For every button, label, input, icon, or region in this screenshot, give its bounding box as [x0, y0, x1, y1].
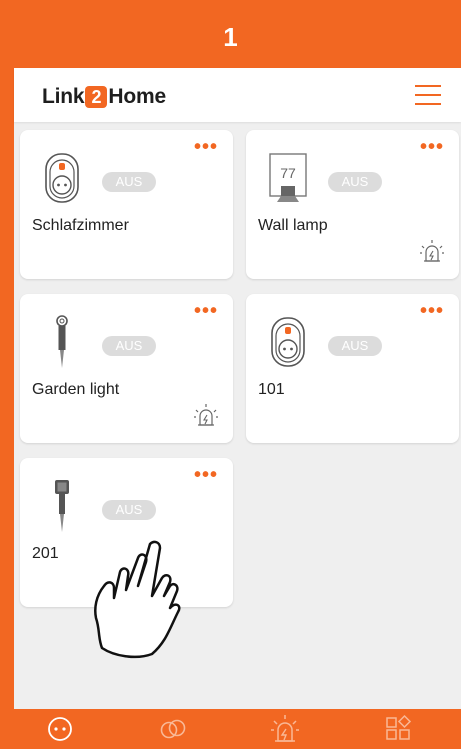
tab-bar: [14, 709, 461, 749]
device-card-101[interactable]: ••• AUS 101: [246, 294, 459, 443]
app-header: Link 2 Home: [14, 68, 461, 122]
menu-icon[interactable]: [415, 82, 441, 106]
devices-tab-icon[interactable]: [44, 713, 76, 745]
alarm-icon[interactable]: [419, 239, 445, 265]
device-name: Schlafzimmer: [32, 217, 129, 234]
state-toggle[interactable]: AUS: [102, 172, 156, 192]
state-toggle[interactable]: AUS: [328, 172, 382, 192]
tap-hand-icon: [94, 540, 181, 659]
more-options-icon[interactable]: •••: [194, 465, 218, 485]
device-name: Wall lamp: [258, 217, 328, 234]
state-toggle[interactable]: AUS: [102, 336, 156, 356]
alarm-icon[interactable]: [193, 403, 219, 429]
more-options-icon[interactable]: •••: [420, 137, 444, 157]
state-toggle[interactable]: AUS: [102, 500, 156, 520]
brand-logo: Link 2 Home: [42, 85, 166, 109]
device-name: 101: [258, 381, 285, 398]
more-options-icon[interactable]: •••: [420, 301, 444, 321]
svg-text:77: 77: [280, 165, 296, 181]
scenes-tab-icon[interactable]: [382, 713, 414, 745]
step-number: 1: [0, 0, 461, 68]
app-screen: Link 2 Home ••• AUS Schlafzimmer ••• 77 AU…: [14, 68, 461, 709]
groups-tab-icon[interactable]: [157, 713, 189, 745]
brand-text-2: 2: [85, 86, 108, 108]
wall-lamp-icon: 77: [269, 153, 307, 202]
brand-text-3: Home: [108, 85, 166, 108]
plug-icon: [45, 153, 79, 203]
device-name: Garden light: [32, 381, 120, 398]
spike-light-icon: [55, 480, 69, 532]
device-card-garden-light[interactable]: ••• AUS Garden light: [20, 294, 233, 443]
more-options-icon[interactable]: •••: [194, 301, 218, 321]
alarm-tab-icon[interactable]: [269, 713, 301, 745]
garden-light-icon: [56, 315, 68, 368]
brand-text-1: Link: [42, 85, 85, 108]
plug-icon: [271, 317, 305, 367]
device-card-wall-lamp[interactable]: ••• 77 AUS Wall lamp: [246, 130, 459, 279]
device-name: 201: [32, 545, 59, 562]
state-toggle[interactable]: AUS: [328, 336, 382, 356]
device-card-schlafzimmer[interactable]: ••• AUS Schlafzimmer: [20, 130, 233, 279]
more-options-icon[interactable]: •••: [194, 137, 218, 157]
